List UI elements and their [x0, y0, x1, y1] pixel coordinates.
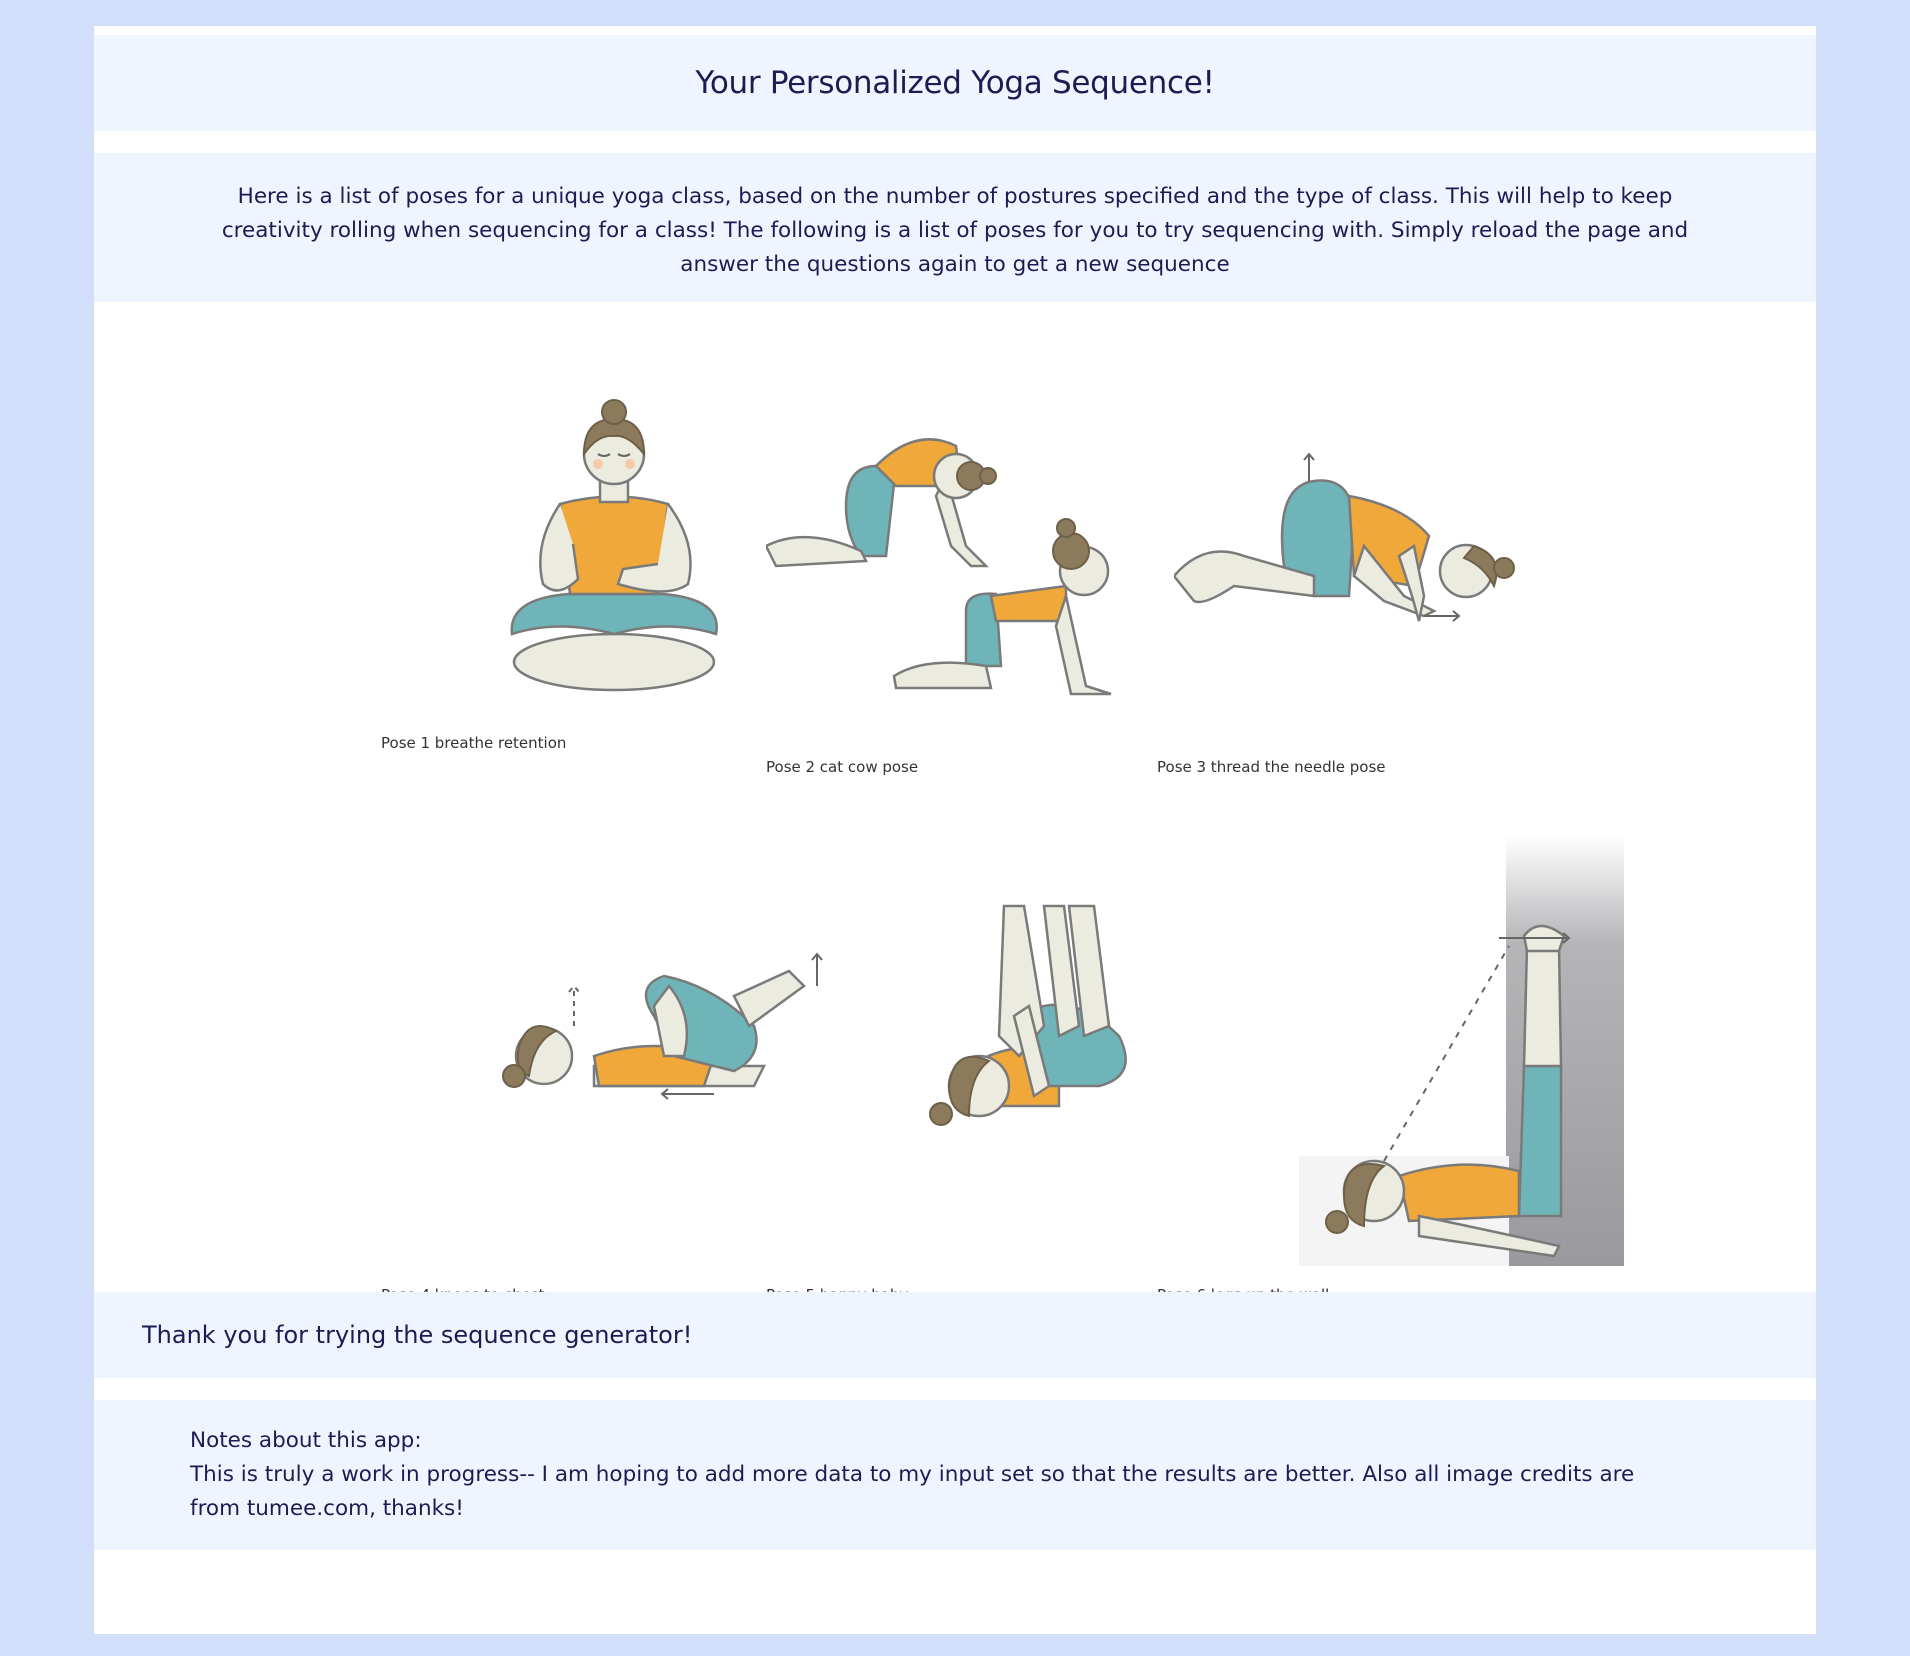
pose-grid: Pose 1 breathe retention Pose 2 cat cow [94, 326, 1816, 1306]
pose-1-caption: Pose 1 breathe retention [381, 734, 567, 752]
thanks-band: Thank you for trying the sequence genera… [94, 1292, 1816, 1378]
pose-2-caption: Pose 2 cat cow pose [766, 758, 919, 776]
notes-band: Notes about this app: This is truly a wo… [94, 1400, 1816, 1550]
happy-baby-illustration [909, 886, 1189, 1146]
pose-3-caption: Pose 3 thread the needle pose [1157, 758, 1386, 776]
title-band: Your Personalized Yoga Sequence! [94, 35, 1816, 131]
legs-up-wall-illustration [1299, 836, 1629, 1266]
page-title: Your Personalized Yoga Sequence! [695, 65, 1215, 101]
seated-breathing-illustration [448, 394, 788, 714]
notes-block: Notes about this app: This is truly a wo… [94, 1400, 1816, 1526]
cat-cow-illustration [766, 426, 1126, 716]
intro-band: Here is a list of poses for a unique yog… [94, 153, 1816, 302]
notes-heading: Notes about this app: [190, 1428, 422, 1453]
thanks-text: Thank you for trying the sequence genera… [142, 1321, 693, 1349]
knees-to-chest-illustration [484, 946, 824, 1126]
notes-text: This is truly a work in progress-- I am … [190, 1462, 1635, 1521]
intro-text: Here is a list of poses for a unique yog… [221, 184, 1689, 277]
page-container: Your Personalized Yoga Sequence! Here is… [94, 26, 1816, 1634]
thread-the-needle-illustration [1174, 446, 1534, 646]
